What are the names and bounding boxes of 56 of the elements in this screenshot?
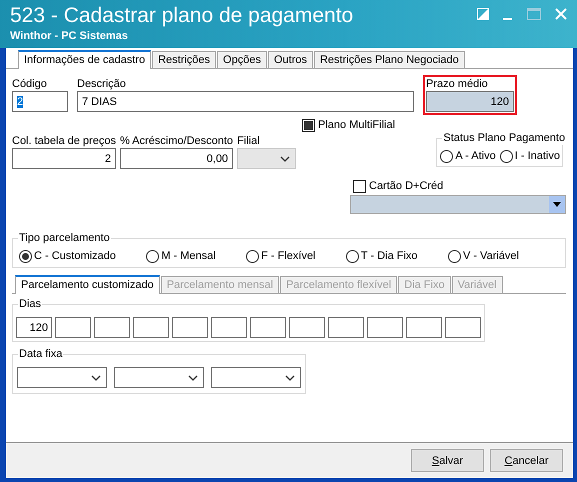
radio-option[interactable]: V - Variável: [448, 249, 519, 263]
day-field[interactable]: [367, 317, 403, 338]
day-field[interactable]: [133, 317, 169, 338]
field-label: Descrição: [77, 77, 127, 91]
tab[interactable]: Informações de cadastro: [18, 50, 152, 69]
chevron-down-icon: [285, 374, 295, 380]
radio-option[interactable]: C - Customizado: [19, 249, 116, 263]
tab[interactable]: Outros: [268, 51, 313, 68]
field-label: Filial: [237, 134, 261, 148]
tab[interactable]: Restrições Plano Negociado: [314, 51, 465, 68]
radio-option[interactable]: F - Flexível: [246, 249, 316, 263]
checkbox[interactable]: Cartão D+Créd: [353, 179, 566, 193]
day-field[interactable]: [406, 317, 442, 338]
day-field[interactable]: [328, 317, 364, 338]
input-field[interactable]: 0,00: [120, 148, 234, 169]
chevron-down-icon: [280, 156, 290, 162]
field-label: % Acréscimo/Desconto: [120, 134, 234, 148]
field-label: Código: [12, 77, 48, 91]
restore-icon[interactable]: [477, 8, 489, 20]
window-subtitle: Winthor - PC Sistemas: [10, 30, 129, 42]
tab[interactable]: Restrições: [152, 51, 216, 68]
tab[interactable]: Opções: [217, 51, 267, 68]
radio-option[interactable]: I - Inativo: [500, 149, 560, 163]
chevron-down-icon: [188, 374, 198, 380]
day-field[interactable]: [172, 317, 208, 338]
window-title: 523 - Cadastrar plano de pagamento: [10, 4, 354, 28]
input-field[interactable]: 2: [12, 148, 116, 169]
checkbox-label: Plano MultiFilial: [318, 118, 396, 132]
date-dropdown[interactable]: [114, 367, 204, 388]
input-field[interactable]: 7 DIAS: [77, 91, 414, 112]
input-field[interactable]: 2: [12, 91, 68, 112]
group-title: Status Plano Pagamento: [442, 131, 566, 145]
radio-option[interactable]: M - Mensal: [146, 249, 216, 263]
radio-option[interactable]: T - Dia Fixo: [346, 249, 418, 263]
field-label: Col. tabela de preços: [12, 134, 116, 148]
dialog-button[interactable]: Salvar: [411, 449, 484, 472]
day-field[interactable]: 120: [16, 317, 52, 338]
close-icon[interactable]: [555, 8, 567, 20]
tab[interactable]: Parcelamento customizado: [15, 275, 160, 294]
day-field[interactable]: [55, 317, 91, 338]
day-field[interactable]: [250, 317, 286, 338]
day-field[interactable]: [211, 317, 247, 338]
chevron-down-icon: [91, 374, 101, 380]
radio-option[interactable]: A - Ativo: [440, 149, 496, 163]
date-dropdown[interactable]: [17, 367, 107, 388]
dropdown-arrow-icon: [553, 202, 561, 207]
day-field[interactable]: [445, 317, 481, 338]
checkbox[interactable]: Plano MultiFilial: [302, 118, 396, 132]
date-dropdown[interactable]: [211, 367, 301, 388]
dialog-button[interactable]: Cancelar: [490, 449, 563, 472]
readonly-field[interactable]: 120: [426, 91, 514, 112]
group-title: Tipo parcelamento: [18, 231, 111, 245]
checkbox-label: Cartão D+Créd: [369, 179, 444, 193]
field-label: Prazo médio: [426, 77, 489, 91]
day-field[interactable]: [94, 317, 130, 338]
day-field[interactable]: [289, 317, 325, 338]
